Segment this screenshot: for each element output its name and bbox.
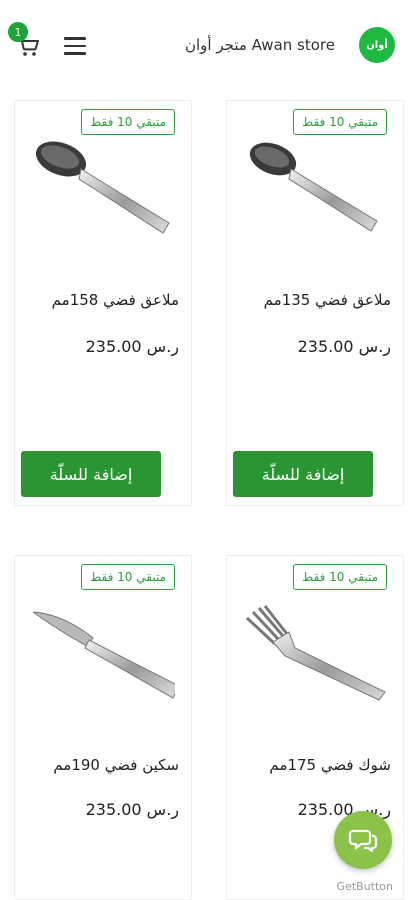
fork-icon: [245, 605, 386, 701]
product-price: 235.00 ر.س: [297, 337, 391, 356]
product-title[interactable]: شوك فضي 175مم: [269, 756, 391, 774]
spoon-icon: [35, 141, 170, 234]
store-logo[interactable]: أوان: [359, 27, 395, 63]
stock-badge: متبقي 10 فقط: [81, 109, 175, 135]
product-title[interactable]: ملاعق فضي 158مم: [52, 291, 179, 309]
logo-text: أوان: [366, 39, 388, 51]
knife-icon: [33, 611, 175, 699]
product-card[interactable]: متبقي 10 فقط ملاعق فضي 135مم 235.00 ر.س …: [226, 100, 404, 506]
stock-badge: متبقي 10 فقط: [293, 564, 387, 590]
hamburger-menu-icon[interactable]: [64, 37, 86, 55]
stock-badge: متبقي 10 فقط: [293, 109, 387, 135]
product-card[interactable]: متبقي 10 فقط ملاعق فضي 158مم 235.00 ر.س …: [14, 100, 192, 506]
product-title[interactable]: سكين فضي 190مم: [53, 756, 179, 774]
spoon-icon: [249, 142, 378, 232]
add-to-cart-button[interactable]: إضافة للسلّة: [21, 451, 161, 497]
getbutton-label[interactable]: GetButton: [337, 880, 393, 893]
chat-icon[interactable]: [334, 811, 392, 869]
stock-badge: متبقي 10 فقط: [81, 564, 175, 590]
product-price: 235.00 ر.س: [85, 800, 179, 819]
add-to-cart-button[interactable]: إضافة للسلّة: [233, 451, 373, 497]
store-name: متجر أوان Awan store: [185, 36, 335, 54]
product-card[interactable]: متبقي 10 فقط سكين فضي 190مم 235.00 ر.س: [14, 555, 192, 900]
product-price: 235.00 ر.س: [85, 337, 179, 356]
header: أوان متجر أوان Awan store 1: [0, 0, 415, 95]
product-title[interactable]: ملاعق فضي 135مم: [264, 291, 391, 309]
cart-count-badge: 1: [8, 22, 28, 42]
